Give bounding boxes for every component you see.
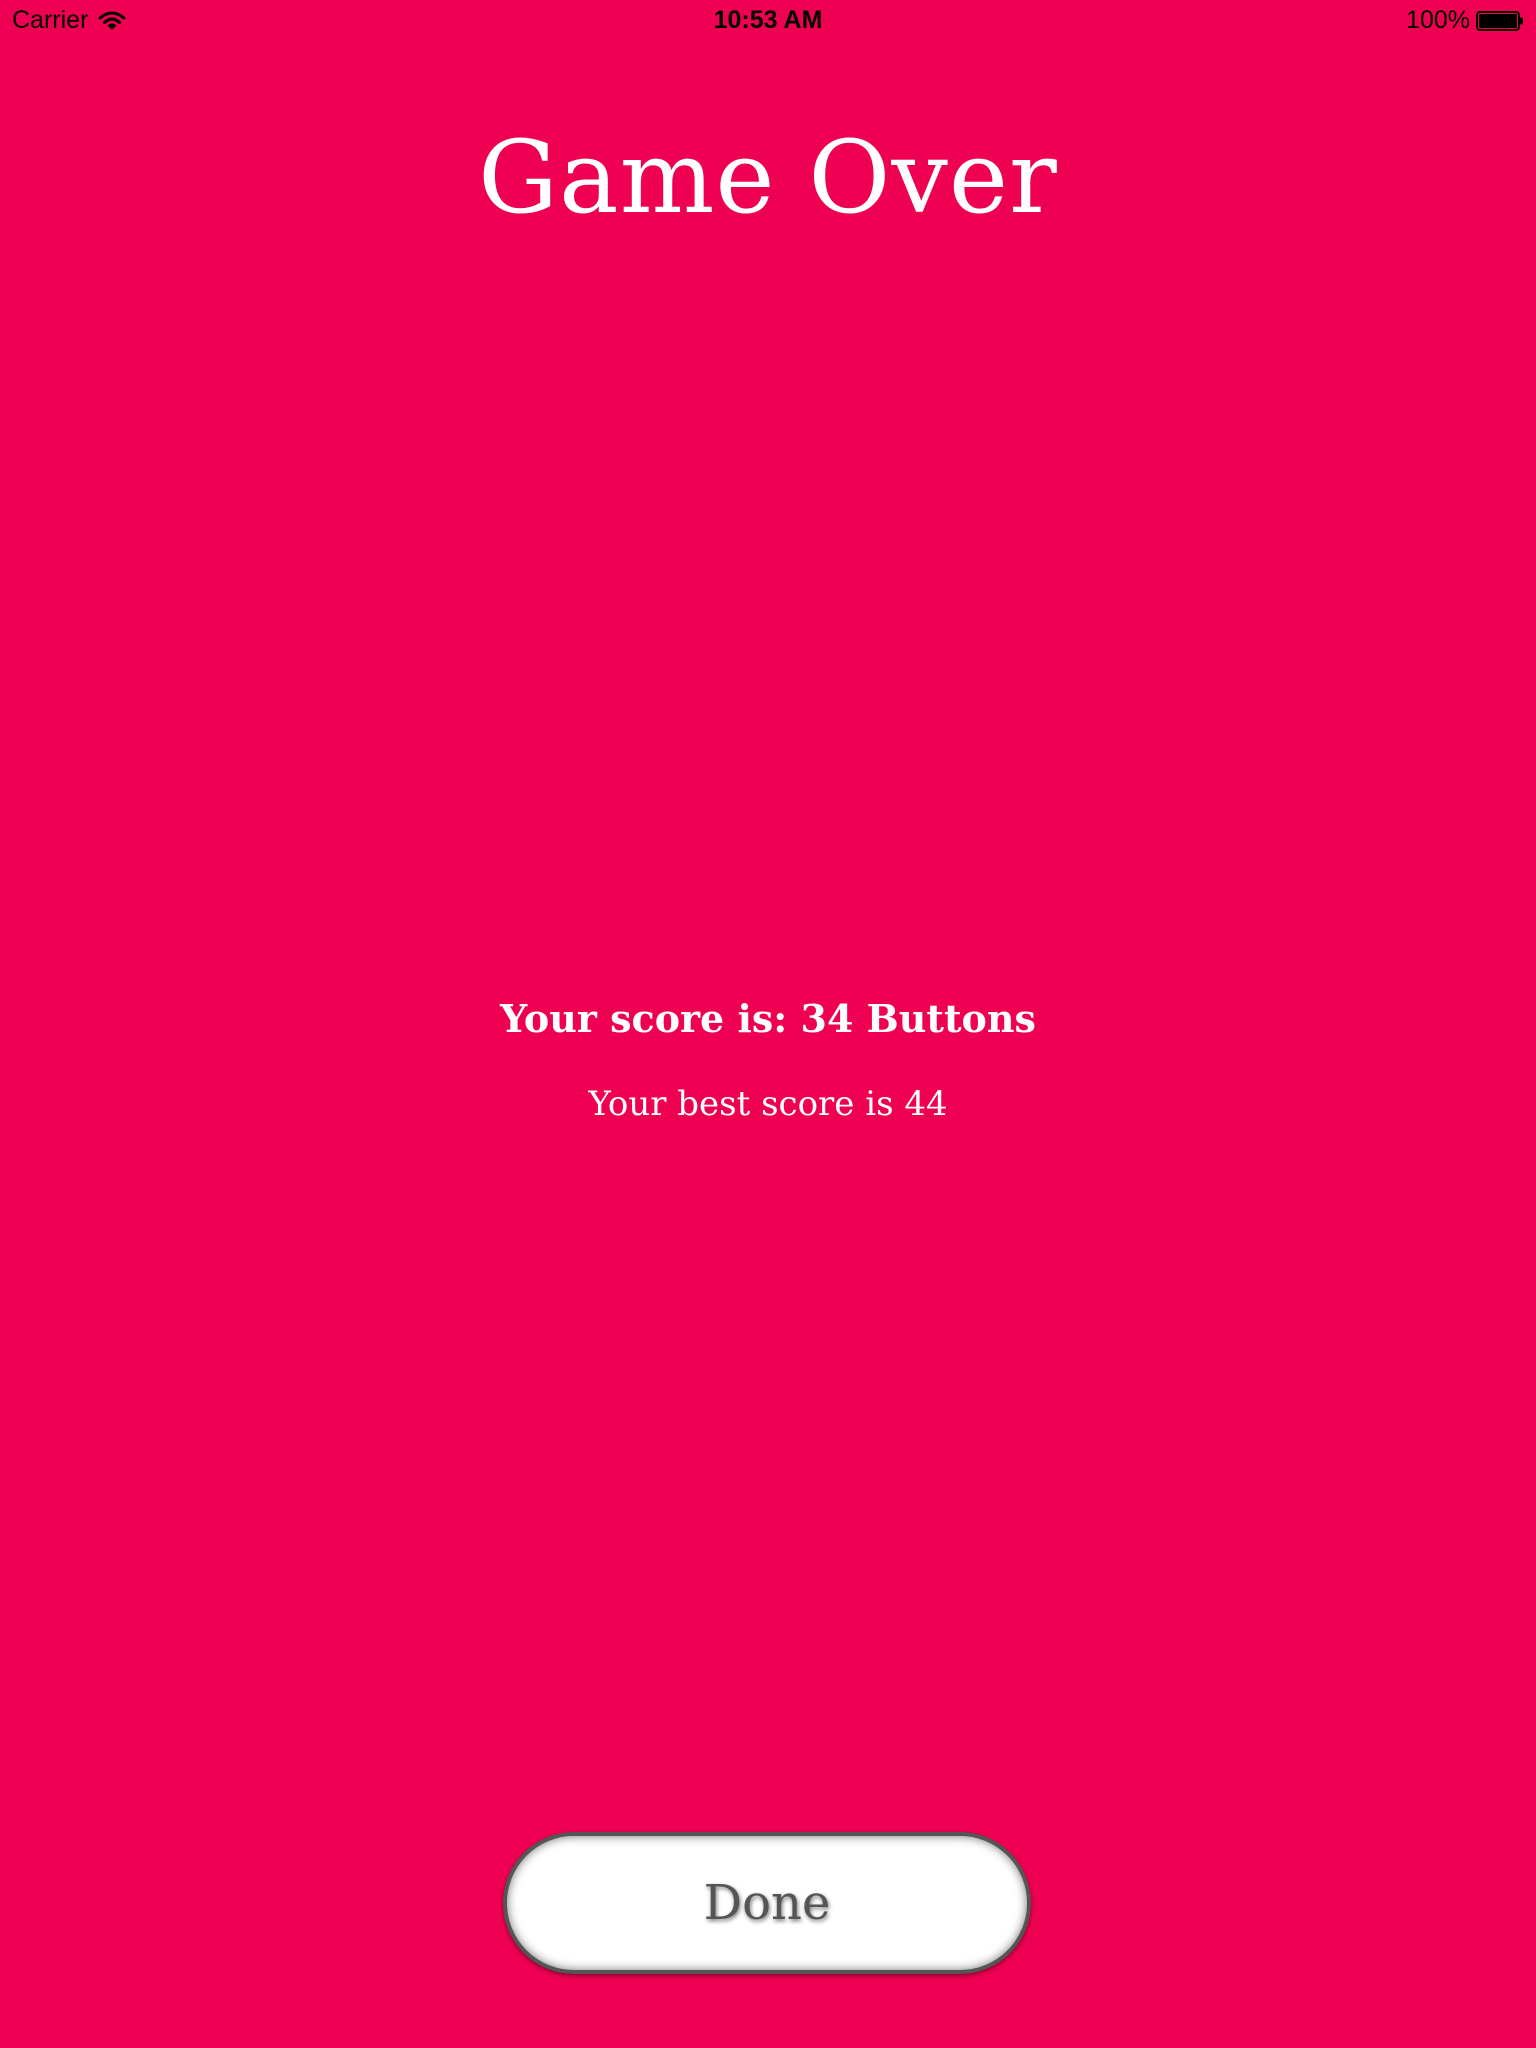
done-button[interactable]: Done [503,1832,1031,1974]
best-score-text: Your best score is 44 [588,1084,948,1124]
done-button-label: Done [703,1875,831,1931]
game-over-title: Game Over [478,119,1058,236]
score-text: Your score is: 34 Buttons [500,996,1036,1041]
status-bar: Carrier 10:53 AM 100% [0,0,1536,40]
battery-icon [1476,10,1524,32]
status-time: 10:53 AM [713,6,823,34]
battery-group: 100% [1406,6,1524,35]
battery-percent: 100% [1406,6,1470,34]
